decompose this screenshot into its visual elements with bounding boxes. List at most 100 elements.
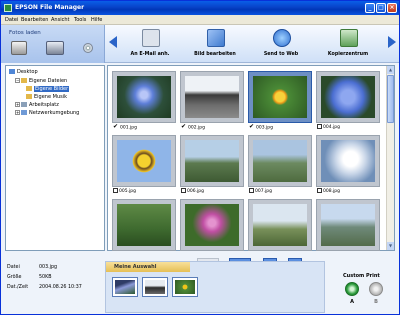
- menu-hilfe[interactable]: Hilfe: [91, 17, 102, 23]
- thumbnail-frame: [248, 199, 312, 251]
- thumbnail-item[interactable]: ✔ 003.jpg: [248, 71, 312, 133]
- thumbnail-photo: [253, 204, 307, 246]
- thumbnail-photo: [185, 140, 239, 182]
- menu-datei[interactable]: Datei: [5, 17, 18, 23]
- scroll-up-icon[interactable]: ▲: [387, 66, 394, 74]
- tree-item-netzwerkumgebung[interactable]: + Netzwerkumgebung: [15, 110, 79, 118]
- checkmark-icon[interactable]: ✔: [181, 124, 187, 130]
- thumbnail-filename: 004.jpg: [323, 125, 340, 130]
- folder-tree[interactable]: Desktop − Eigene Dateien Eigene Bilder Ei…: [5, 65, 105, 251]
- thumbnail-item[interactable]: [112, 199, 176, 261]
- scanner-icon[interactable]: [46, 41, 64, 55]
- thumbnail-photo: [253, 76, 307, 118]
- tree-item-desktop[interactable]: Desktop: [9, 69, 38, 77]
- close-button[interactable]: ×: [387, 3, 397, 13]
- toolbar-next-arrow-icon[interactable]: [388, 36, 396, 48]
- thumbnail-item[interactable]: 004.jpg: [316, 71, 380, 133]
- checkmark-icon[interactable]: ✔: [113, 124, 119, 130]
- thumbnail-photo: [117, 204, 171, 246]
- menu-ansicht[interactable]: Ansicht: [51, 17, 69, 23]
- thumbnail-item[interactable]: 006.jpg: [180, 135, 244, 197]
- thumbnail-caption: 004.jpg: [317, 124, 340, 132]
- send-to-web-button[interactable]: Send to Web: [250, 27, 312, 61]
- tree-item-eigene-dateien[interactable]: − Eigene Dateien: [15, 78, 67, 86]
- folder-icon: [21, 78, 27, 83]
- edit-image-icon: [207, 29, 225, 47]
- thumbnail-filename: 001.jpg: [120, 125, 137, 131]
- info-size-row: Größe 50KB: [7, 275, 52, 280]
- selection-tab[interactable]: Meine Auswahl: [106, 262, 190, 272]
- selected-thumb-2[interactable]: [142, 277, 168, 297]
- menu-bar: Datei Bearbeiten Ansicht Tools Hilfe: [1, 15, 399, 25]
- thumbnail-frame: [112, 199, 176, 251]
- thumbnail-item[interactable]: 007.jpg: [248, 135, 312, 197]
- checkmark-icon[interactable]: ✔: [249, 124, 255, 130]
- custom-print-label: Custom Print: [343, 273, 380, 279]
- thumbnail-filename: 002.jpg: [188, 125, 205, 131]
- tree-item-arbeitsplatz[interactable]: + Arbeitsplatz: [15, 102, 59, 110]
- thumbnail-frame: [316, 135, 380, 187]
- folder-icon: [26, 86, 32, 91]
- checkbox[interactable]: [249, 188, 254, 193]
- scroll-thumb[interactable]: [387, 75, 394, 123]
- title-bar[interactable]: EPSON File Manager _ □ ×: [1, 1, 399, 15]
- expand-icon[interactable]: +: [15, 102, 20, 107]
- menu-tools[interactable]: Tools: [74, 17, 86, 23]
- thumbnail-caption: ✔ 001.jpg: [113, 124, 137, 132]
- thumbnail-grid[interactable]: ✔ 001.jpg ✔ 002.jpg ✔ 003.jpg 004.jpg 005.jpg 00…: [107, 65, 395, 251]
- thumbnail-item[interactable]: ✔ 002.jpg: [180, 71, 244, 133]
- toolbar-prev-arrow-icon[interactable]: [109, 36, 117, 48]
- thumbnail-item[interactable]: ✔ 001.jpg: [112, 71, 176, 133]
- minimize-button[interactable]: _: [365, 3, 375, 13]
- thumbnail-item[interactable]: 005.jpg: [112, 135, 176, 197]
- camera-icon[interactable]: [11, 41, 27, 55]
- thumbnail-caption: 006.jpg: [181, 188, 204, 196]
- checkbox[interactable]: [317, 188, 322, 193]
- thumbnail-item[interactable]: [180, 199, 244, 261]
- menu-bearbeiten[interactable]: Bearbeiten: [21, 17, 48, 23]
- tree-item-eigene-musik[interactable]: Eigene Musik: [26, 94, 67, 102]
- thumbnail-caption: 007.jpg: [249, 188, 272, 196]
- email-attach-button[interactable]: An E-Mail anh.: [119, 27, 181, 61]
- custom-print-b-button[interactable]: [369, 282, 383, 296]
- copy-center-button[interactable]: Kopierzentrum: [317, 27, 379, 61]
- selected-thumb-3[interactable]: [172, 277, 198, 297]
- expand-icon[interactable]: +: [15, 110, 20, 115]
- thumbnail-item[interactable]: [316, 199, 380, 261]
- thumbnail-photo: [321, 140, 375, 182]
- thumbnail-photo: [117, 140, 171, 182]
- tree-item-eigene-bilder[interactable]: Eigene Bilder: [26, 86, 70, 94]
- folder-icon: [26, 94, 32, 99]
- thumbnail-frame: [112, 135, 176, 187]
- thumbnail-frame: [248, 71, 312, 123]
- network-icon: [21, 110, 27, 115]
- window-title: EPSON File Manager: [15, 4, 85, 11]
- computer-icon: [21, 102, 27, 107]
- thumbnail-photo: [321, 76, 375, 118]
- desktop-icon: [9, 69, 15, 74]
- checkbox[interactable]: [181, 188, 186, 193]
- globe-icon: [273, 29, 291, 47]
- custom-print-a-button[interactable]: [345, 282, 359, 296]
- edit-image-button[interactable]: Bild bearbeiten: [184, 27, 246, 61]
- thumbnail-filename: 008.jpg: [323, 189, 340, 194]
- thumbnail-frame: [316, 199, 380, 251]
- thumbnail-frame: [112, 71, 176, 123]
- scroll-down-icon[interactable]: ▼: [387, 242, 394, 250]
- custom-print: Custom Print A B: [339, 273, 397, 313]
- thumbnail-item[interactable]: [248, 199, 312, 261]
- thumbnail-item[interactable]: 008.jpg: [316, 135, 380, 197]
- thumbnail-frame: [180, 199, 244, 251]
- maximize-button[interactable]: □: [376, 3, 386, 13]
- collapse-icon[interactable]: −: [15, 78, 20, 83]
- thumbnail-photo: [321, 204, 375, 246]
- grid-scrollbar[interactable]: ▲ ▼: [386, 66, 394, 250]
- thumbnail-photo: [185, 76, 239, 118]
- checkbox[interactable]: [113, 188, 118, 193]
- app-icon: [4, 4, 12, 12]
- cd-icon[interactable]: [83, 43, 93, 53]
- thumbnail-filename: 007.jpg: [255, 189, 272, 194]
- selected-thumb-1[interactable]: [112, 277, 138, 297]
- import-label: Fotos laden: [9, 30, 41, 36]
- checkbox[interactable]: [317, 124, 322, 129]
